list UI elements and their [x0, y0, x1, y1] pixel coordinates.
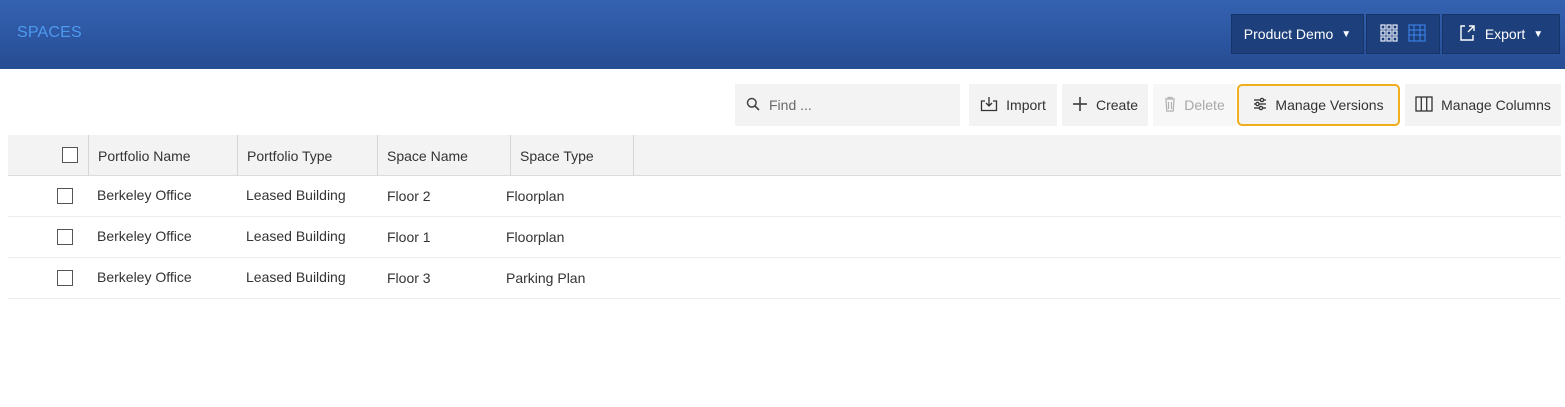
table-row[interactable]: Berkeley Office Leased Building Floor 1 …: [8, 217, 1561, 258]
column-header-label: Space Type: [520, 147, 594, 164]
export-label: Export: [1484, 26, 1526, 42]
workspace-label: Product Demo: [1243, 26, 1334, 42]
caret-down-icon: ▼: [1533, 28, 1544, 40]
cell-space-type: Floorplan: [506, 229, 565, 245]
view-switcher: [1366, 14, 1440, 54]
export-icon: [1459, 24, 1485, 45]
grid-view-icon[interactable]: [1380, 23, 1398, 45]
manage-columns-label: Manage Columns: [1441, 97, 1551, 113]
column-header-label: Portfolio Type: [247, 147, 333, 164]
app-header: SPACES Product Demo ▼ Export ▼: [0, 0, 1565, 69]
manage-versions-button[interactable]: Manage Versions: [1237, 84, 1400, 126]
cell-space-name: Floor 3: [387, 270, 431, 286]
cell-space-name: Floor 2: [387, 188, 431, 204]
row-checkbox[interactable]: [57, 188, 73, 204]
caret-down-icon: ▼: [1341, 28, 1352, 40]
row-checkbox[interactable]: [57, 229, 73, 245]
delete-label: Delete: [1184, 97, 1225, 113]
table-row[interactable]: Berkeley Office Leased Building Floor 3 …: [8, 258, 1561, 299]
search-box: [735, 84, 960, 126]
cell-portfolio-name: Berkeley Office: [97, 187, 192, 203]
create-label: Create: [1095, 97, 1139, 113]
cell-portfolio-type: Leased Building: [246, 228, 346, 244]
delete-button[interactable]: Delete: [1153, 84, 1236, 126]
search-icon: [746, 97, 760, 114]
column-header-label: Portfolio Name: [98, 147, 191, 164]
plus-icon: [1072, 96, 1088, 115]
cell-space-type: Floorplan: [506, 188, 565, 204]
column-header-space-name[interactable]: Space Name: [377, 135, 510, 176]
import-button[interactable]: Import: [969, 84, 1057, 126]
columns-icon: [1415, 95, 1433, 115]
cell-portfolio-name: Berkeley Office: [97, 228, 192, 244]
cell-portfolio-type: Leased Building: [246, 187, 346, 203]
cell-space-name: Floor 1: [387, 229, 431, 245]
sliders-icon: [1253, 97, 1267, 114]
page-title: SPACES: [17, 24, 82, 41]
cell-portfolio-name: Berkeley Office: [97, 269, 192, 285]
select-all-checkbox[interactable]: [62, 147, 78, 163]
export-dropdown[interactable]: Export ▼: [1442, 14, 1560, 54]
create-button[interactable]: Create: [1062, 84, 1148, 126]
trash-icon: [1164, 96, 1176, 115]
row-checkbox[interactable]: [57, 270, 73, 286]
search-input[interactable]: [769, 97, 959, 113]
table-view-icon[interactable]: [1408, 23, 1426, 45]
table-header: Portfolio Name Portfolio Type Space Name…: [8, 135, 1561, 176]
manage-columns-button[interactable]: Manage Columns: [1405, 84, 1561, 126]
workspace-dropdown[interactable]: Product Demo ▼: [1231, 14, 1364, 54]
column-header-space-type[interactable]: Space Type: [510, 135, 634, 176]
import-label: Import: [1006, 97, 1046, 113]
column-header-portfolio-type[interactable]: Portfolio Type: [237, 135, 377, 176]
column-header-portfolio-name[interactable]: Portfolio Name: [88, 135, 237, 176]
cell-space-type: Parking Plan: [506, 270, 586, 286]
column-header-label: Space Name: [387, 147, 468, 164]
import-icon: [980, 96, 998, 115]
manage-versions-label: Manage Versions: [1275, 97, 1384, 113]
cell-portfolio-type: Leased Building: [246, 269, 346, 285]
table-row[interactable]: Berkeley Office Leased Building Floor 2 …: [8, 176, 1561, 217]
